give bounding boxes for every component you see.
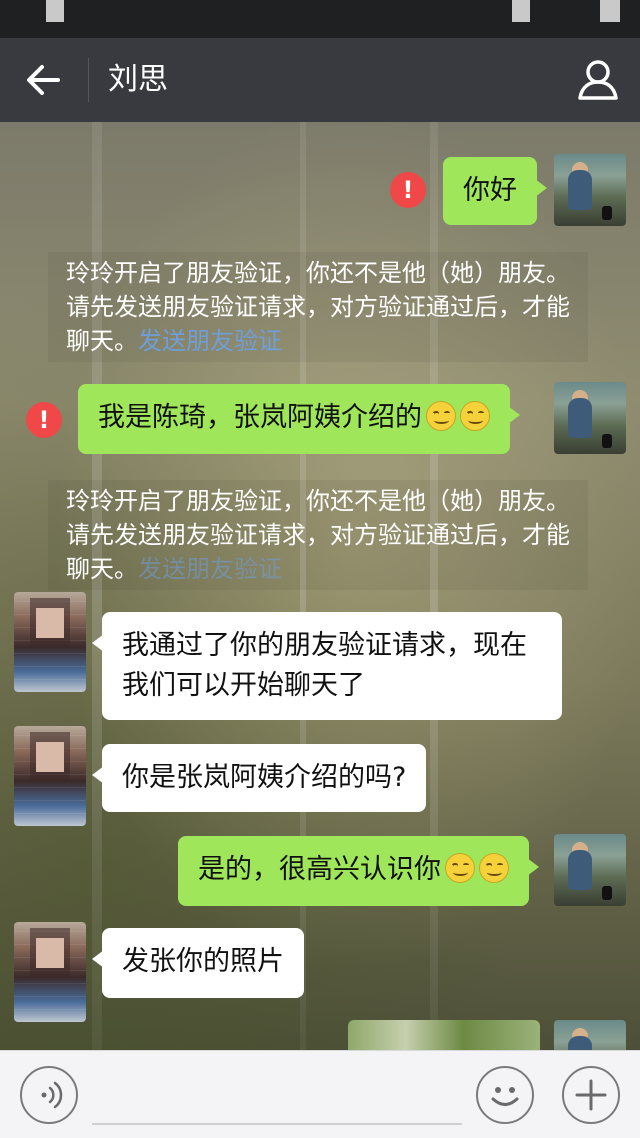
smile-emoji-icon	[426, 401, 456, 431]
message-input[interactable]	[92, 1065, 462, 1125]
message-bubble[interactable]: 是的，很高兴认识你	[178, 836, 539, 906]
status-bar-block	[600, 0, 620, 22]
my-avatar[interactable]	[554, 154, 626, 226]
input-bar	[0, 1050, 640, 1138]
smile-emoji-icon	[479, 853, 509, 883]
contact-avatar[interactable]	[14, 726, 86, 826]
chat-area[interactable]: ! 你好 玲玲开启了朋友验证，你还不是他（她）朋友。请先发送朋友验证请求，对方验…	[0, 122, 640, 1050]
message-text: 我是陈琦，张岚阿姨介绍的	[98, 402, 422, 433]
system-notice: 玲玲开启了朋友验证，你还不是他（她）朋友。请先发送朋友验证请求，对方验证通过后，…	[48, 480, 588, 590]
title-divider	[88, 58, 89, 102]
voice-icon	[41, 1081, 63, 1109]
message-text: 是的，很高兴认识你	[198, 854, 441, 885]
smile-emoji-icon	[445, 853, 475, 883]
profile-button[interactable]	[572, 54, 624, 106]
my-avatar[interactable]	[554, 834, 626, 906]
voice-button[interactable]	[20, 1066, 78, 1124]
back-arrow-icon	[27, 65, 60, 95]
send-failed-icon[interactable]: !	[390, 172, 426, 208]
message-bubble[interactable]: 你是张岚阿姨介绍的吗?	[91, 744, 427, 812]
status-bar-block	[46, 0, 64, 22]
send-verification-link[interactable]: 发送朋友验证	[138, 327, 282, 355]
more-button[interactable]	[562, 1066, 620, 1124]
plus-icon	[575, 1079, 607, 1111]
smiley-icon	[491, 1087, 519, 1106]
send-verification-link[interactable]: 发送朋友验证	[138, 555, 282, 583]
smile-emoji-icon	[460, 401, 490, 431]
back-button[interactable]	[18, 56, 68, 104]
my-avatar[interactable]	[554, 382, 626, 454]
message-bubble[interactable]: 我通过了你的朋友验证请求，现在我们可以开始聊天了	[92, 612, 562, 720]
contact-avatar[interactable]	[14, 922, 86, 1022]
my-avatar[interactable]	[554, 1020, 626, 1050]
send-failed-icon[interactable]: !	[26, 402, 62, 438]
title-bar: 刘思	[0, 38, 640, 122]
status-bar	[0, 0, 640, 38]
image-message[interactable]	[348, 1020, 540, 1050]
system-notice: 玲玲开启了朋友验证，你还不是他（她）朋友。请先发送朋友验证请求，对方验证通过后，…	[48, 252, 588, 362]
contact-avatar[interactable]	[14, 592, 86, 692]
person-icon	[578, 60, 618, 100]
message-bubble[interactable]: 你好	[443, 157, 547, 225]
status-bar-block	[512, 0, 530, 22]
message-bubble[interactable]: 我是陈琦，张岚阿姨介绍的	[78, 384, 520, 454]
message-bubble[interactable]: 发张你的照片	[92, 928, 304, 998]
emoji-button[interactable]	[476, 1066, 534, 1124]
chat-title: 刘思	[108, 62, 168, 97]
